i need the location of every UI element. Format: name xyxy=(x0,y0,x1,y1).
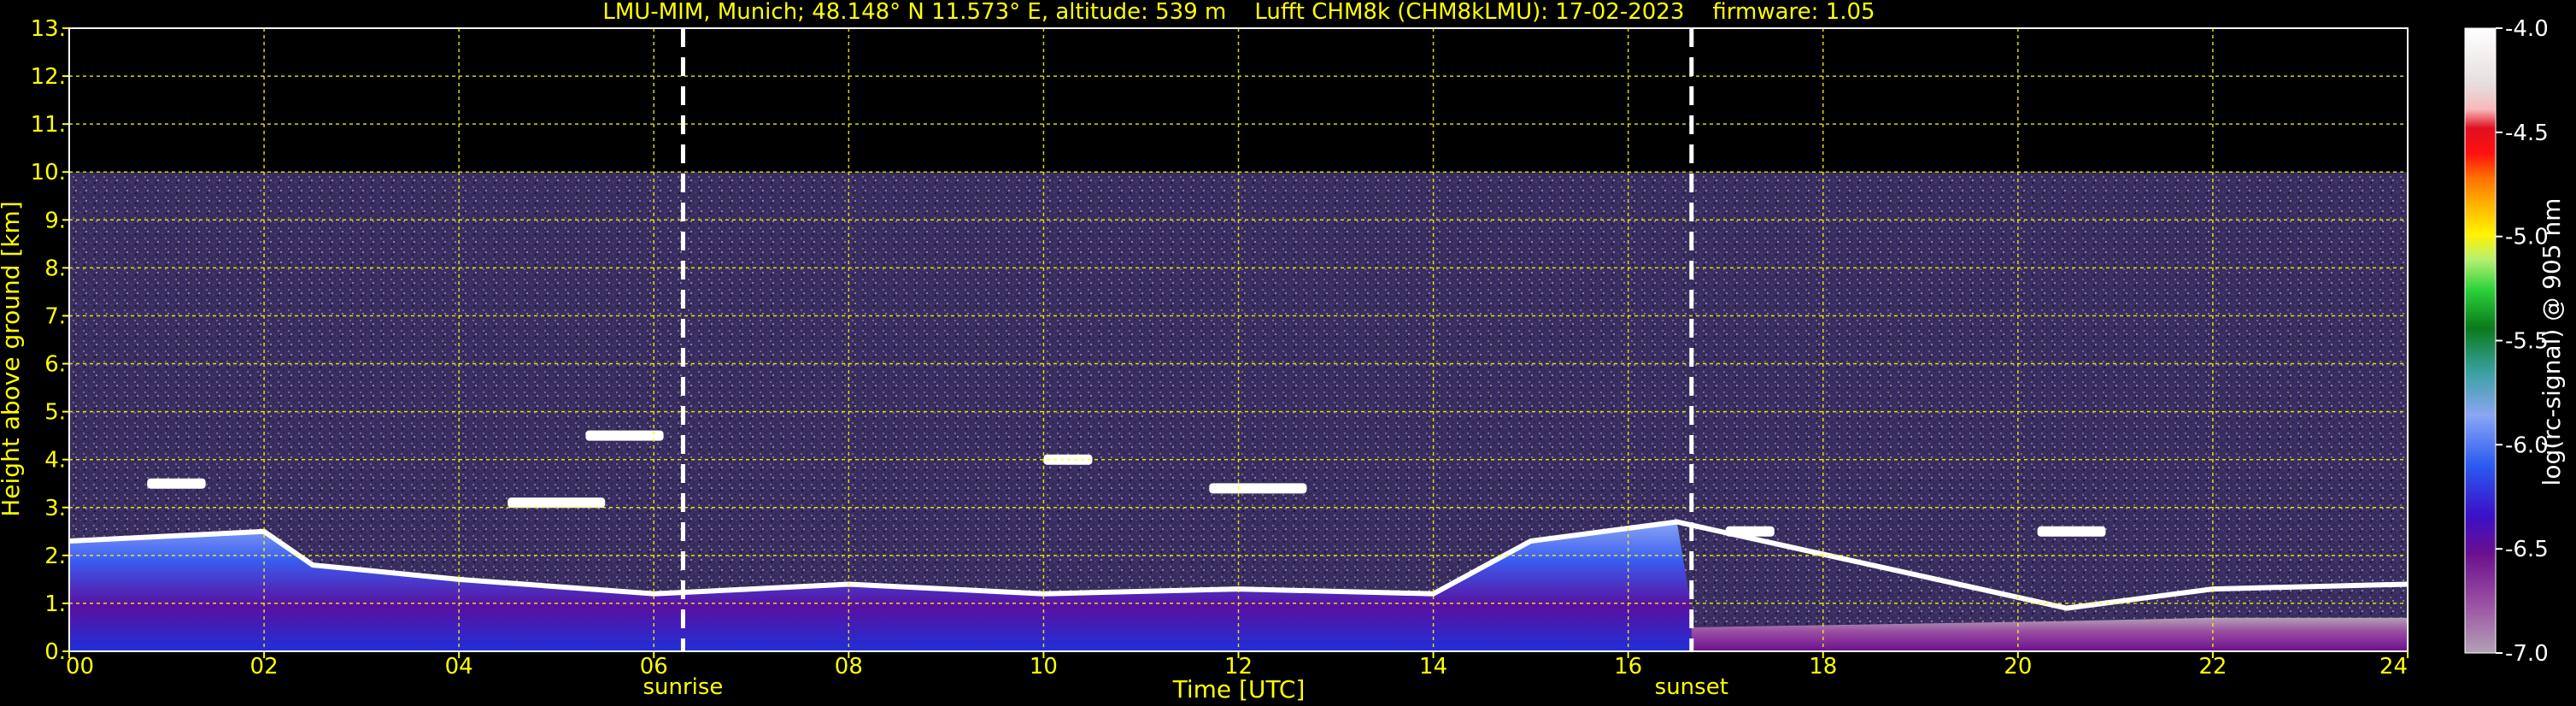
sunset-label: sunset xyxy=(1655,674,1728,700)
x-tick-label: 08 xyxy=(835,654,863,680)
colorbar-tick-label: -4.5 xyxy=(2505,121,2549,146)
colorbar-tick-label: -6.5 xyxy=(2505,537,2549,562)
x-tick-label: 00 xyxy=(66,654,94,680)
y-tick-label: 1. xyxy=(44,591,66,617)
y-tick-label: 4. xyxy=(44,448,66,474)
chart-title: LMU-MIM, Munich; 48.148° N 11.573° E, al… xyxy=(602,0,1875,25)
x-tick-label: 22 xyxy=(2198,654,2227,680)
y-tick-label: 0. xyxy=(44,639,66,665)
x-tick-label: 16 xyxy=(1614,654,1642,680)
cloud-layer xyxy=(2037,526,2106,537)
colorbar xyxy=(2464,27,2497,654)
x-tick-label: 14 xyxy=(1419,654,1447,680)
x-axis-title: Time [UTC] xyxy=(1172,675,1306,703)
cloud-layer xyxy=(1209,483,1307,494)
x-tick-label: 04 xyxy=(445,654,473,680)
y-tick-label: 11. xyxy=(31,112,66,138)
cloud-layer xyxy=(1725,526,1775,537)
colorbar-tick-label: -7.0 xyxy=(2505,641,2549,667)
y-tick-label: 5. xyxy=(44,400,66,426)
y-tick-label: 10. xyxy=(31,160,66,185)
x-tick-label: 18 xyxy=(1809,654,1837,680)
y-tick-label: 7. xyxy=(44,303,66,329)
y-tick-label: 3. xyxy=(44,496,66,521)
cloud-layer xyxy=(585,430,664,441)
x-tick-label: 06 xyxy=(640,654,668,680)
y-tick-label: 13. xyxy=(31,16,66,42)
x-tick-label: 02 xyxy=(250,654,279,680)
y-tick-label: 2. xyxy=(44,544,66,569)
y-ticks: 0. 1. 2. 3. 4. 5. 6. 7. 8. 9. 10. 11. 12. 13. xyxy=(31,16,69,665)
x-tick-label: 24 xyxy=(2379,654,2408,680)
ceilometer-chart: sunrise sunset 00 02 04 06 08 10 12 14 16 18 20 22 24… xyxy=(0,0,2566,703)
cloud-layer xyxy=(508,497,606,509)
y-tick-label: 8. xyxy=(44,256,66,281)
y-tick-label: 6. xyxy=(44,352,66,378)
colorbar-tick-label: -4.0 xyxy=(2505,16,2549,42)
cloud-layer xyxy=(147,478,206,489)
colorbar-title: log(rc-signal) @ 905 nm xyxy=(2538,198,2566,486)
y-tick-label: 9. xyxy=(44,208,66,233)
x-tick-label: 20 xyxy=(2004,654,2032,680)
x-tick-label: 10 xyxy=(1030,654,1058,680)
y-axis-title: Height above ground [km] xyxy=(0,201,25,517)
y-tick-label: 12. xyxy=(31,64,66,90)
